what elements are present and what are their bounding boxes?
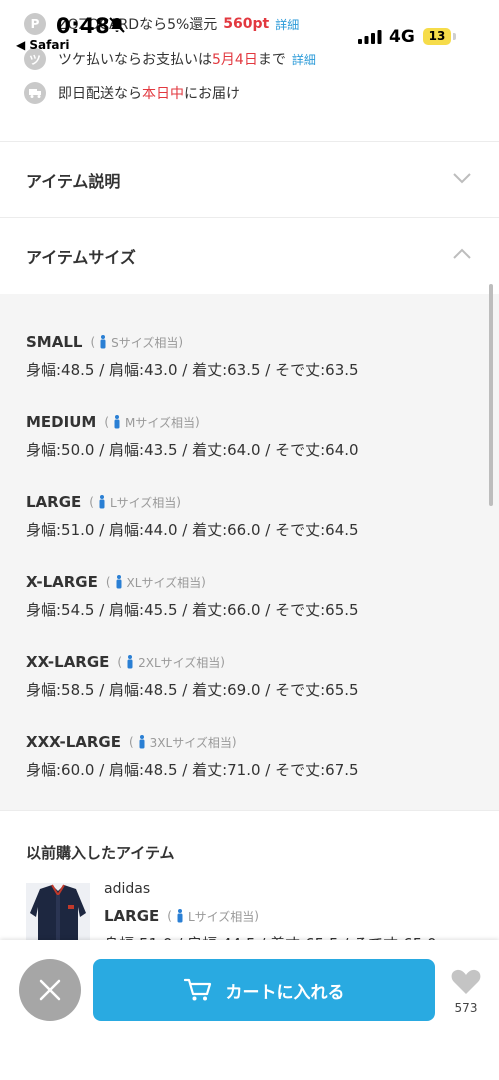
section-title: 以前購入したアイテム bbox=[26, 844, 175, 862]
person-icon bbox=[99, 495, 105, 509]
cart-icon bbox=[183, 978, 211, 1001]
size-panel: SMALL (Sサイズ相当) 身幅:48.5 / 肩幅:43.0 / 着丈:63… bbox=[0, 294, 499, 810]
promo-highlight: 本日中 bbox=[142, 86, 184, 102]
battery-tip bbox=[453, 33, 456, 40]
size-name: LARGE bbox=[104, 907, 160, 925]
person-icon bbox=[114, 415, 120, 429]
size-measurements: 身幅:54.5 / 肩幅:45.5 / 着丈:66.0 / そで丈:65.5 bbox=[26, 601, 359, 619]
product-brand: adidas bbox=[104, 881, 151, 897]
add-to-cart-button[interactable]: カートに入れる bbox=[93, 959, 435, 1021]
size-equivalent: (2XLサイズ相当) bbox=[117, 655, 225, 670]
product-size: LARGE (Lサイズ相当) bbox=[104, 907, 259, 925]
size-item: SMALL (Sサイズ相当) 身幅:48.5 / 肩幅:43.0 / 着丈:63… bbox=[26, 331, 486, 380]
chevron-up-icon bbox=[453, 248, 471, 259]
accordion-item-size[interactable]: アイテムサイズ bbox=[0, 217, 499, 293]
promo-text: ZOZOCARDなら5%還元 bbox=[58, 17, 218, 33]
size-name: MEDIUM bbox=[26, 413, 97, 431]
size-equivalent: (Sサイズ相当) bbox=[90, 335, 184, 350]
promo-detail-link[interactable]: 詳細 bbox=[275, 16, 299, 33]
person-icon bbox=[100, 335, 106, 349]
size-name: SMALL bbox=[26, 333, 83, 351]
promo-suffix: にお届け bbox=[184, 86, 240, 102]
add-to-cart-label: カートに入れる bbox=[225, 982, 345, 1003]
size-equivalent: (Lサイズ相当) bbox=[89, 495, 181, 510]
size-name: XXX-LARGE bbox=[26, 733, 121, 751]
promo-suffix: まで bbox=[257, 52, 286, 68]
size-measurements: 身幅:60.0 / 肩幅:48.5 / 着丈:71.0 / そで丈:67.5 bbox=[26, 761, 359, 779]
chevron-down-icon bbox=[453, 173, 471, 184]
size-equivalent: (Mサイズ相当) bbox=[104, 415, 200, 430]
battery-level: 13 bbox=[423, 28, 451, 45]
scrollbar[interactable] bbox=[489, 284, 493, 506]
network-type: 4G bbox=[389, 27, 415, 47]
accordion-item-description[interactable]: アイテム説明 bbox=[0, 141, 499, 217]
size-measurements: 身幅:51.0 / 肩幅:44.0 / 着丈:66.0 / そで丈:64.5 bbox=[26, 521, 359, 539]
previous-purchase-section: 以前購入したアイテム adidas LARGE (Lサイズ相当) 身幅:51.0… bbox=[0, 810, 499, 950]
close-icon bbox=[39, 979, 61, 1001]
person-icon bbox=[116, 575, 122, 589]
person-icon bbox=[139, 735, 145, 749]
promo-text: ツケ払いならお支払いは bbox=[58, 52, 212, 68]
point-icon: P bbox=[24, 13, 46, 35]
size-measurements: 身幅:58.5 / 肩幅:48.5 / 着丈:69.0 / そで丈:65.5 bbox=[26, 681, 359, 699]
bottom-action-bar: カートに入れる 573 bbox=[0, 940, 499, 1080]
size-measurements: 身幅:50.0 / 肩幅:43.5 / 着丈:64.0 / そで丈:64.0 bbox=[26, 441, 359, 459]
promo-text: 即日配送なら bbox=[58, 86, 142, 102]
promo-delivery: 即日配送なら 本日中 にお届け bbox=[24, 81, 240, 105]
promo-highlight: 560pt bbox=[223, 16, 270, 32]
favorite-count: 573 bbox=[454, 1001, 478, 1015]
size-item: XXX-LARGE (3XLサイズ相当) 身幅:60.0 / 肩幅:48.5 /… bbox=[26, 731, 486, 780]
size-item: X-LARGE (XLサイズ相当) 身幅:54.5 / 肩幅:45.5 / 着丈… bbox=[26, 571, 486, 620]
tsuke-icon: ツ bbox=[24, 48, 46, 70]
size-measurements: 身幅:48.5 / 肩幅:43.0 / 着丈:63.5 / そで丈:63.5 bbox=[26, 361, 359, 379]
promo-detail-link[interactable]: 詳細 bbox=[292, 51, 316, 68]
favorite-button[interactable]: 573 bbox=[444, 968, 488, 1015]
promo-tsuke: ツ ツケ払いならお支払いは 5月4日 まで 詳細 bbox=[24, 47, 316, 71]
size-equivalent: (3XLサイズ相当) bbox=[128, 735, 237, 750]
size-name: XX-LARGE bbox=[26, 653, 110, 671]
close-button[interactable] bbox=[19, 959, 81, 1021]
accordion-label: アイテム説明 bbox=[26, 172, 121, 191]
accordion-label: アイテムサイズ bbox=[26, 248, 136, 267]
promo-zozocard: P ZOZOCARDなら5%還元 560pt 詳細 bbox=[24, 12, 299, 36]
size-name: X-LARGE bbox=[26, 573, 98, 591]
person-icon bbox=[127, 655, 133, 669]
size-equivalent: (XLサイズ相当) bbox=[105, 575, 206, 590]
size-equivalent: (Lサイズ相当) bbox=[167, 909, 259, 924]
person-icon bbox=[177, 909, 183, 923]
signal-icon bbox=[358, 30, 382, 44]
promo-highlight: 5月4日 bbox=[212, 52, 258, 68]
size-item: XX-LARGE (2XLサイズ相当) 身幅:58.5 / 肩幅:48.5 / … bbox=[26, 651, 486, 700]
size-name: LARGE bbox=[26, 493, 82, 511]
delivery-icon bbox=[24, 82, 46, 104]
heart-icon bbox=[451, 969, 481, 994]
size-item: MEDIUM (Mサイズ相当) 身幅:50.0 / 肩幅:43.5 / 着丈:6… bbox=[26, 411, 486, 460]
size-item: LARGE (Lサイズ相当) 身幅:51.0 / 肩幅:44.0 / 着丈:66… bbox=[26, 491, 486, 540]
